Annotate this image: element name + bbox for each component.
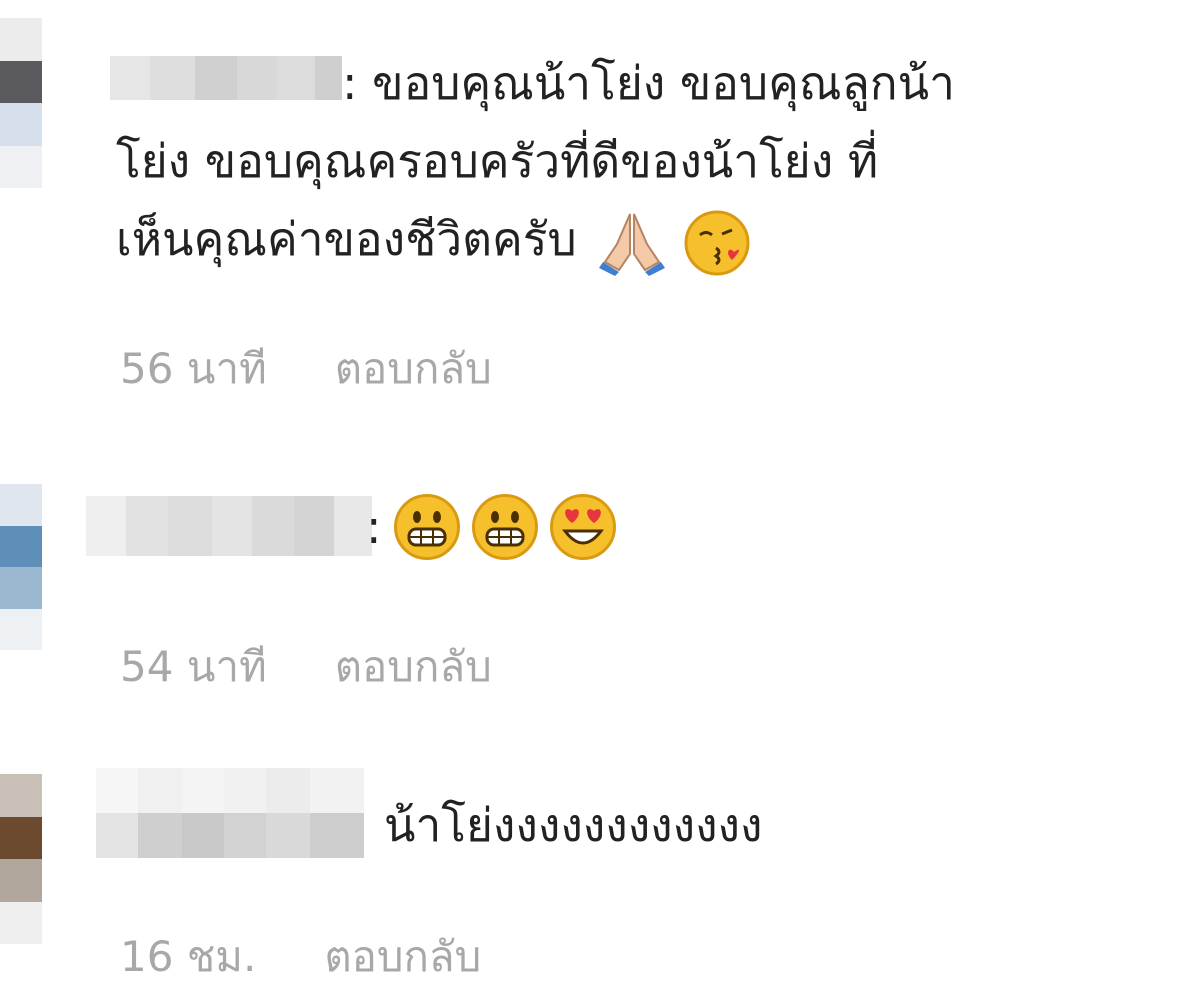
grinning-face-icon [471,494,538,560]
reply-button[interactable]: ตอบกลับ [335,634,492,700]
username-blurred[interactable] [96,768,364,858]
comment-line: น้าโย่งงงงงงงงงงงง [384,798,763,852]
avatar[interactable] [0,18,42,188]
comment-text: น้าโย่งงงงงงงงงงงง [384,786,762,864]
username-separator: : [342,56,358,110]
comment-timestamp: 54 นาที [120,642,267,691]
comment-text: : [366,488,616,566]
heart-eyes-face-icon [549,494,616,560]
avatar[interactable] [0,774,42,944]
comment-timestamp: 56 นาที [120,344,267,393]
username-blurred[interactable] [86,496,372,556]
comment-item: น้าโย่งงงงงงงงงงงง 16 ชม. ตอบกลับ [0,760,1200,989]
comment-line: ขอบคุณน้าโย่ง ขอบคุณลูกน้า [372,56,955,110]
reply-button[interactable]: ตอบกลับ [335,336,492,402]
reply-button[interactable]: ตอบกลับ [324,924,481,990]
folded-hands-icon [597,210,667,276]
grinning-face-icon [393,494,460,560]
comment-item: : ขอบคุณน้าโย่ง ขอบคุณลูกน้า โย่ง ขอบคุณ… [0,0,1200,420]
avatar[interactable] [0,484,42,650]
username-separator: : [366,500,382,554]
comment-meta: 56 นาที ตอบกลับ [120,336,492,402]
face-blowing-kiss-icon [682,208,752,278]
comment-item: : 54 นาที ตอบกลับ [0,470,1200,710]
comment-meta: 54 นาที ตอบกลับ [120,634,492,700]
comment-line: โย่ง ขอบคุณครอบครัวที่ดีของน้าโย่ง ที่ [116,134,879,188]
comment-line: เห็นคุณค่าของชีวิตครับ [116,212,577,266]
comment-timestamp: 16 ชม. [120,932,257,981]
comment-text: : ขอบคุณน้าโย่ง ขอบคุณลูกน้า โย่ง ขอบคุณ… [116,44,1156,278]
comment-meta: 16 ชม. ตอบกลับ [120,924,481,990]
